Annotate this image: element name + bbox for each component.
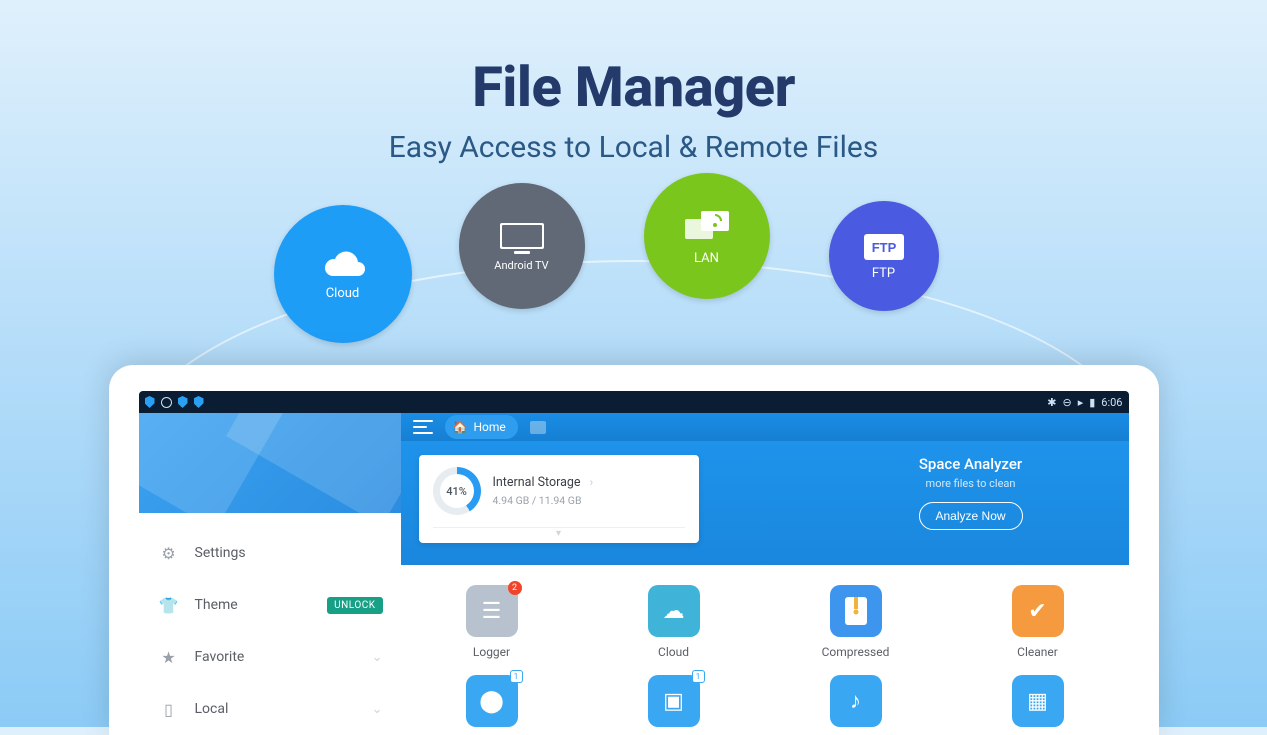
shield-icon xyxy=(178,396,188,408)
storage-title: Internal Storage xyxy=(493,475,581,490)
home-icon: 🏠 xyxy=(453,420,468,434)
hamburger-menu[interactable] xyxy=(413,420,433,434)
hero: File Manager Easy Access to Local & Remo… xyxy=(0,0,1267,165)
sidebar-item-theme[interactable]: 👕 Theme UNLOCK xyxy=(139,579,401,631)
analyze-now-button[interactable]: Analyze Now xyxy=(919,502,1023,530)
tile-label: Cloud xyxy=(658,645,689,659)
android-icon: ⬤ xyxy=(479,689,504,714)
storage-expand[interactable] xyxy=(433,527,685,535)
sidebar-label: Local xyxy=(195,701,372,717)
unlock-badge[interactable]: UNLOCK xyxy=(327,597,382,614)
badge-count: 2 xyxy=(508,581,522,595)
statusbar-time: 6:06 xyxy=(1101,396,1122,409)
notification-icon xyxy=(161,397,172,408)
bubble-ftp-label: FTP xyxy=(872,266,895,281)
wifi-icon: ▸ xyxy=(1078,396,1084,409)
tile-label: Compressed xyxy=(822,645,890,659)
cloud-icon: ☁ xyxy=(663,599,685,624)
zip-icon xyxy=(845,597,867,625)
tablet-frame: ✱ ⊖ ▸ ▮ 6:06 ⚙ Settings 👕 Theme xyxy=(109,365,1159,735)
shirt-icon: 👕 xyxy=(157,596,181,615)
bubble-cloud: Cloud xyxy=(274,205,412,343)
tile-label: Logger xyxy=(473,645,510,659)
shield-icon xyxy=(145,396,155,408)
tv-icon xyxy=(498,221,546,255)
space-analyzer: Space Analyzer more files to clean Analy… xyxy=(919,455,1023,530)
app-body: ⚙ Settings 👕 Theme UNLOCK ★ Favorite ⌄ xyxy=(139,413,1129,735)
badge-count: 1 xyxy=(692,670,705,683)
shield-icon xyxy=(194,396,204,408)
storage-card[interactable]: 41% Internal Storage › 4.94 GB / 11.94 G… xyxy=(419,455,699,543)
storage-donut: 41% xyxy=(433,467,481,515)
tile-compressed[interactable]: Compressed xyxy=(805,585,907,659)
tile-cleaner[interactable]: ✔ Cleaner xyxy=(987,585,1089,659)
image-icon: ▣ xyxy=(663,689,684,714)
bubble-tv-label: Android TV xyxy=(494,259,548,272)
bubble-lan-label: LAN xyxy=(694,251,719,266)
tile-label: Cleaner xyxy=(1017,645,1058,659)
category-grid: ☰ 2 Logger ☁ Cloud xyxy=(401,565,1129,735)
tile-cloud[interactable]: ☁ Cloud xyxy=(623,585,725,659)
hero-title: File Manager xyxy=(0,54,1267,120)
main-panel: 🏠 Home 41% Internal Storag xyxy=(401,413,1129,735)
hero-subtitle: Easy Access to Local & Remote Files xyxy=(0,130,1267,165)
storage-percent: 41% xyxy=(446,485,467,498)
header-panel: 41% Internal Storage › 4.94 GB / 11.94 G… xyxy=(401,441,1129,565)
tile-music[interactable]: ♪ xyxy=(805,675,907,735)
chevron-right-icon: › xyxy=(590,475,594,489)
svg-text:FTP: FTP xyxy=(871,240,896,255)
badge-count: 1 xyxy=(510,670,523,683)
music-icon: ♪ xyxy=(850,688,861,714)
analyzer-subtitle: more files to clean xyxy=(919,477,1023,490)
tab-home-label: Home xyxy=(473,420,505,434)
bubble-android-tv: Android TV xyxy=(459,183,585,309)
sidebar-label: Settings xyxy=(195,545,383,561)
bubble-ftp: FTP FTP xyxy=(829,201,939,311)
sidebar-label: Theme xyxy=(195,597,328,613)
app-topbar: 🏠 Home xyxy=(401,413,1129,441)
chevron-down-icon: ⌄ xyxy=(372,650,383,665)
phone-icon: ▯ xyxy=(157,700,181,719)
tile-logger[interactable]: ☰ 2 Logger xyxy=(441,585,543,659)
feature-bubbles: Cloud Android TV LAN FTP FTP xyxy=(284,187,984,357)
gear-icon: ⚙ xyxy=(157,544,181,563)
dnd-icon: ⊖ xyxy=(1062,396,1071,409)
sidebar-banner xyxy=(139,413,401,513)
app-screen: ✱ ⊖ ▸ ▮ 6:06 ⚙ Settings 👕 Theme xyxy=(139,391,1129,735)
tile-apps[interactable]: ⬤ 1 xyxy=(441,675,543,735)
lan-icon xyxy=(681,207,733,247)
sidebar-label: Favorite xyxy=(195,649,372,665)
star-icon: ★ xyxy=(157,648,181,667)
sidebar-item-favorite[interactable]: ★ Favorite ⌄ xyxy=(139,631,401,683)
stack-icon: ☰ xyxy=(482,599,502,624)
bluetooth-icon: ✱ xyxy=(1047,396,1056,409)
android-statusbar: ✱ ⊖ ▸ ▮ 6:06 xyxy=(139,391,1129,413)
bubble-lan: LAN xyxy=(644,173,770,299)
cloud-icon xyxy=(316,248,370,282)
sidebar-item-settings[interactable]: ⚙ Settings xyxy=(139,527,401,579)
bubble-cloud-label: Cloud xyxy=(326,286,360,301)
battery-icon: ▮ xyxy=(1089,396,1095,409)
tile-images[interactable]: ▣ 1 xyxy=(623,675,725,735)
storage-usage: 4.94 GB / 11.94 GB xyxy=(493,494,594,507)
movie-icon: ▦ xyxy=(1027,689,1048,714)
analyzer-title: Space Analyzer xyxy=(919,455,1023,473)
chevron-down-icon: ⌄ xyxy=(372,702,383,717)
broom-icon: ✔ xyxy=(1028,599,1046,624)
sidebar: ⚙ Settings 👕 Theme UNLOCK ★ Favorite ⌄ xyxy=(139,413,401,735)
tab-placeholder[interactable] xyxy=(530,421,546,434)
tab-home[interactable]: 🏠 Home xyxy=(445,415,518,439)
sidebar-item-local[interactable]: ▯ Local ⌄ xyxy=(139,683,401,735)
tile-movies[interactable]: ▦ xyxy=(987,675,1089,735)
ftp-icon: FTP xyxy=(862,232,906,262)
